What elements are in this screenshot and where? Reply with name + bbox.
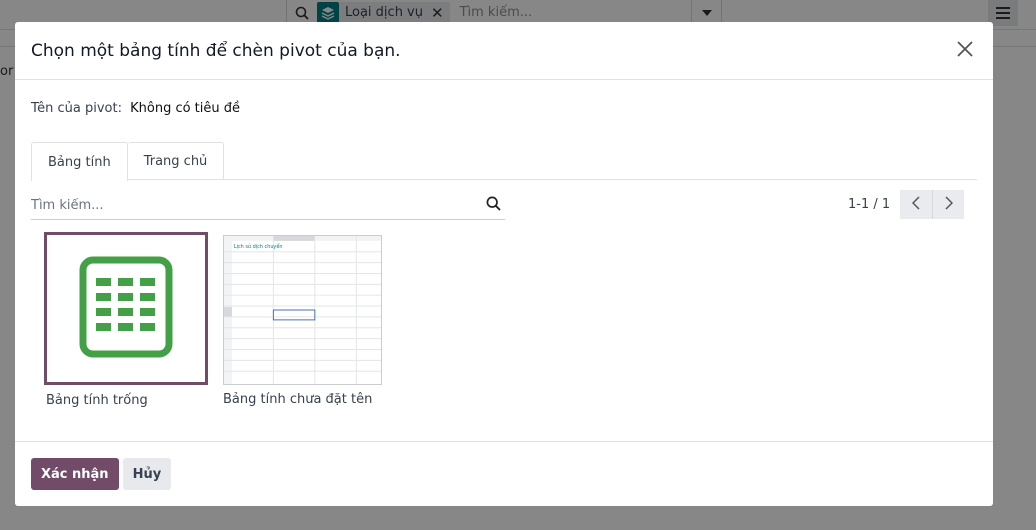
dialog-header: Chọn một bảng tính để chèn pivot của bạn…	[15, 22, 993, 80]
tab-spreadsheets[interactable]: Bảng tính	[31, 142, 128, 181]
spreadsheet-icon	[79, 256, 173, 362]
thumbnail-title: Lịch sử dịch chuyển	[234, 243, 283, 250]
close-button[interactable]	[953, 39, 977, 63]
close-icon	[957, 40, 973, 61]
spreadsheet-item-label: Bảng tính trống	[46, 393, 148, 408]
chevron-left-icon	[912, 195, 920, 214]
pivot-name-row: Tên của pivot: Không có tiêu đề	[31, 101, 240, 116]
pivot-name-label: Tên của pivot:	[31, 101, 122, 116]
spreadsheet-thumbnail[interactable]: Lịch sử dịch chuyển	[223, 235, 382, 385]
insert-pivot-dialog: Chọn một bảng tính để chèn pivot của bạn…	[15, 22, 993, 506]
spreadsheet-item-untitled[interactable]: Lịch sử dịch chuyển Bảng tính chưa đặt t…	[219, 232, 399, 408]
pager: 1-1 / 1	[848, 190, 965, 219]
spreadsheet-preview-image: Lịch sử dịch chuyển	[224, 236, 381, 384]
tab-home[interactable]: Trang chủ	[127, 142, 225, 180]
dialog-title: Chọn một bảng tính để chèn pivot của bạn…	[31, 40, 401, 61]
blank-spreadsheet-thumbnail[interactable]	[44, 232, 208, 385]
search-input[interactable]	[31, 198, 481, 213]
search-button[interactable]	[481, 194, 505, 218]
chevron-right-icon	[945, 195, 953, 214]
pager-value[interactable]: 1-1 / 1	[848, 197, 890, 212]
spreadsheet-item-label: Bảng tính chưa đặt tên	[223, 392, 373, 407]
pager-previous-button[interactable]	[900, 190, 933, 219]
pivot-name-value: Không có tiêu đề	[130, 101, 241, 116]
search-icon	[486, 196, 501, 215]
spreadsheet-search	[31, 192, 505, 220]
dialog-footer: Xác nhận Hủy	[15, 441, 993, 506]
spreadsheet-list: Bảng tính trống Lịch sử dịch chuyển Bảng…	[31, 232, 407, 408]
cancel-button[interactable]: Hủy	[122, 458, 172, 490]
spreadsheet-item-blank[interactable]: Bảng tính trống	[31, 232, 211, 408]
confirm-button[interactable]: Xác nhận	[31, 458, 119, 490]
pager-next-button[interactable]	[932, 190, 965, 219]
tab-bar: Bảng tính Trang chủ	[31, 142, 977, 181]
